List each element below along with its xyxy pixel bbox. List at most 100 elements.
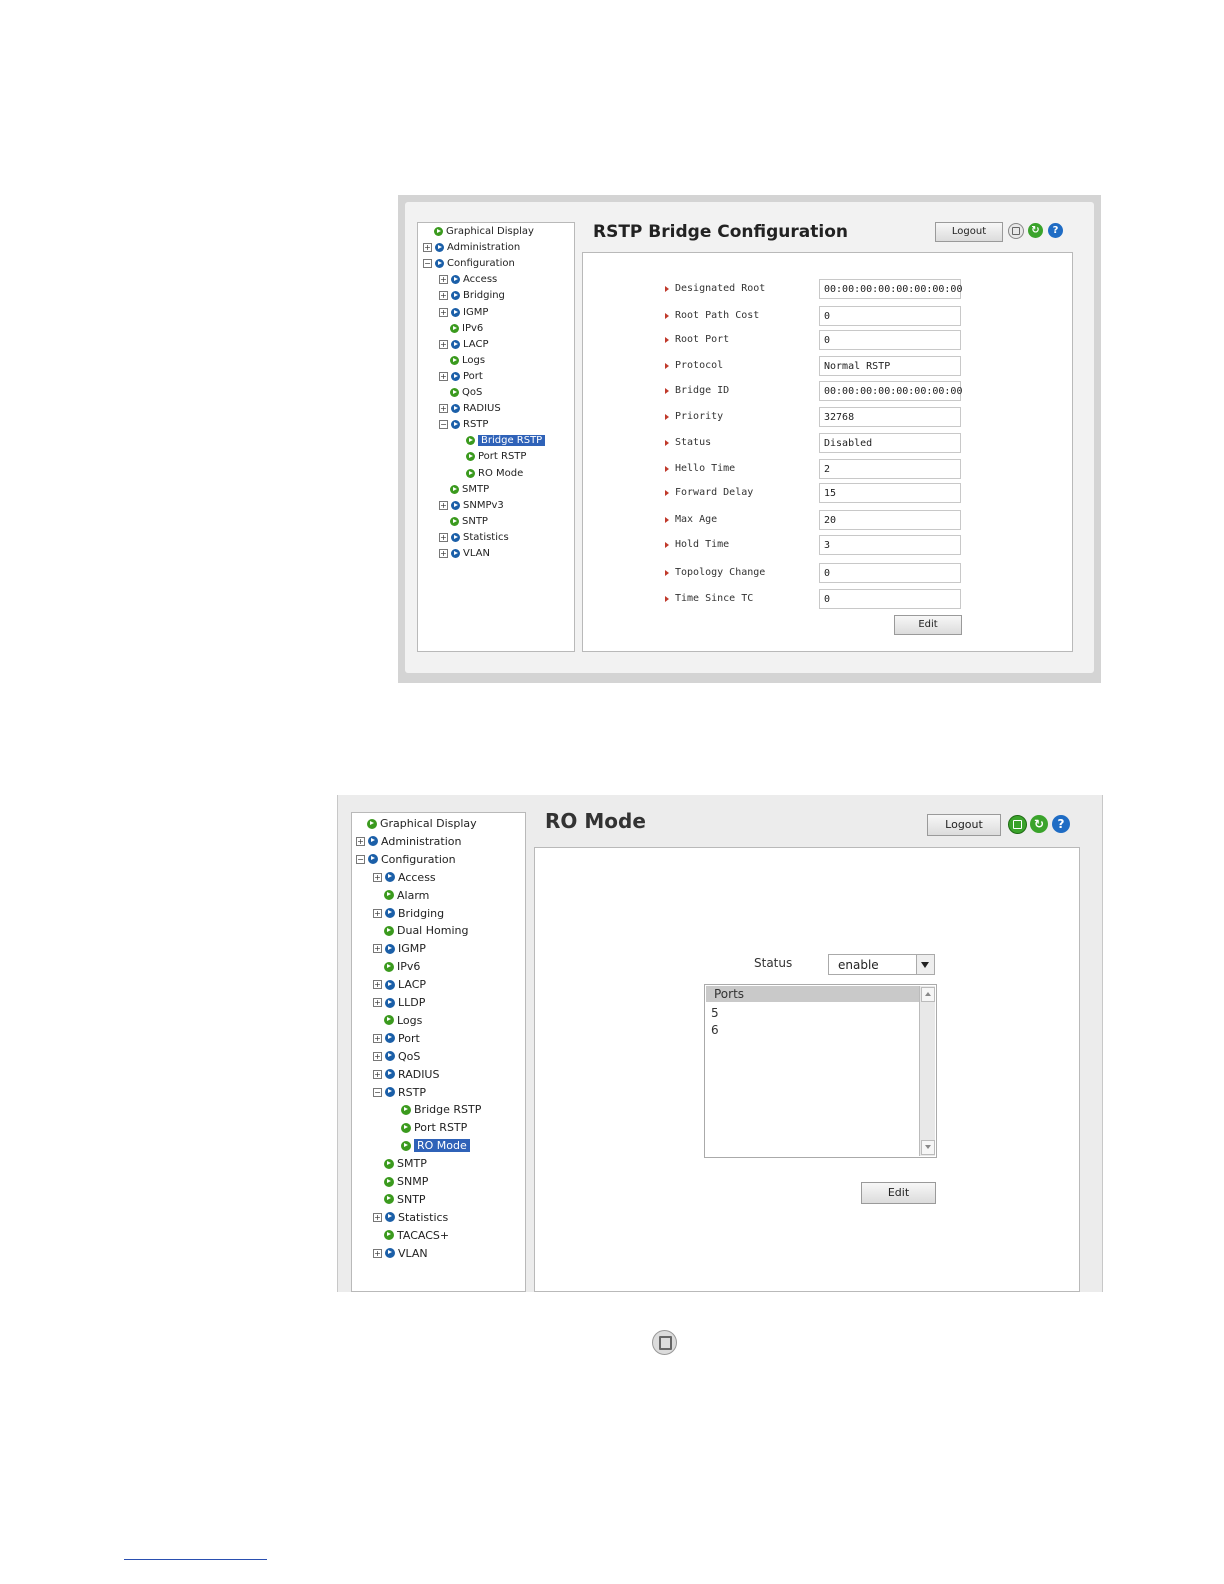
sidebar-item-dual-homing[interactable]: Dual Homing	[373, 924, 468, 937]
collapse-icon[interactable]: −	[373, 1087, 382, 1097]
scrollbar[interactable]	[919, 986, 935, 1156]
sidebar-item-statistics[interactable]: + Statistics	[373, 1211, 448, 1224]
folder-bullet-icon	[385, 979, 395, 990]
sidebar-item-port-rstp[interactable]: Port RSTP	[390, 1121, 467, 1134]
expand-icon[interactable]: +	[373, 944, 382, 954]
expand-icon[interactable]: +	[423, 243, 432, 253]
sidebar-item-statistics[interactable]: + Statistics	[439, 532, 509, 543]
sidebar-item-snmp[interactable]: SNMP	[373, 1175, 428, 1188]
expand-icon[interactable]: +	[373, 1248, 382, 1258]
expand-icon[interactable]: +	[439, 275, 448, 285]
expand-icon[interactable]: +	[373, 908, 382, 918]
sidebar-item-ipv6[interactable]: IPv6	[439, 323, 483, 334]
sidebar-item-graphical-display[interactable]: Graphical Display	[356, 817, 477, 830]
status-label: Status	[754, 956, 793, 970]
help-icon[interactable]: ?	[1048, 223, 1063, 238]
expand-icon[interactable]: +	[373, 980, 382, 990]
sidebar-item-vlan[interactable]: + VLAN	[439, 548, 490, 559]
list-item[interactable]: 5	[711, 1006, 719, 1020]
scroll-down-icon[interactable]	[921, 1140, 935, 1155]
edit-button[interactable]: Edit	[894, 615, 962, 635]
sidebar-item-label: Bridging	[398, 906, 445, 920]
collapse-icon[interactable]: −	[356, 854, 365, 864]
sidebar-item-lacp[interactable]: + LACP	[373, 978, 426, 991]
save-icon[interactable]	[1008, 223, 1024, 239]
save-icon[interactable]	[1008, 815, 1027, 834]
sidebar-item-vlan[interactable]: + VLAN	[373, 1247, 428, 1260]
sidebar-item-snmpv3[interactable]: + SNMPv3	[439, 500, 504, 511]
sidebar-item-label: Access	[398, 870, 436, 884]
sidebar-item-bridging[interactable]: + Bridging	[373, 907, 444, 920]
sidebar-item-tacacs[interactable]: TACACS+	[373, 1229, 449, 1242]
expand-icon[interactable]: +	[439, 500, 448, 510]
expand-icon[interactable]: +	[439, 532, 448, 542]
sidebar-item-graphical-display[interactable]: Graphical Display	[423, 226, 534, 237]
sidebar-item-igmp[interactable]: + IGMP	[439, 307, 488, 318]
arrow-right-icon	[665, 362, 669, 369]
expand-icon[interactable]: +	[373, 1051, 382, 1061]
sidebar-item-igmp[interactable]: + IGMP	[373, 942, 426, 955]
sidebar-item-qos[interactable]: + QoS	[373, 1050, 420, 1063]
logout-button[interactable]: Logout	[927, 814, 1001, 836]
expand-icon[interactable]: +	[356, 836, 365, 846]
scroll-up-icon[interactable]	[921, 987, 935, 1002]
help-icon[interactable]: ?	[1052, 815, 1070, 833]
logout-button[interactable]: Logout	[935, 222, 1003, 242]
collapse-icon[interactable]: −	[423, 259, 432, 269]
sidebar-item-configuration[interactable]: − Configuration	[356, 853, 456, 866]
expand-icon[interactable]: +	[439, 549, 448, 558]
sidebar-item-logs[interactable]: Logs	[373, 1014, 422, 1027]
expand-icon[interactable]: +	[373, 1069, 382, 1079]
folder-bullet-icon	[451, 532, 460, 542]
sidebar-item-sntp[interactable]: SNTP	[373, 1193, 426, 1206]
sidebar-item-access[interactable]: + Access	[439, 274, 497, 285]
sidebar-item-radius[interactable]: + RADIUS	[373, 1068, 439, 1081]
sidebar-item-alarm[interactable]: Alarm	[373, 889, 429, 902]
sidebar-item-port-rstp[interactable]: Port RSTP	[455, 451, 526, 462]
expand-icon[interactable]: +	[439, 291, 448, 301]
sidebar-item-smtp[interactable]: SMTP	[439, 484, 489, 495]
sidebar-item-lldp[interactable]: + LLDP	[373, 996, 425, 1009]
expand-icon[interactable]: +	[439, 339, 448, 349]
edit-button[interactable]: Edit	[861, 1182, 936, 1204]
sidebar-item-lacp[interactable]: + LACP	[439, 339, 488, 350]
folder-bullet-icon	[451, 275, 460, 285]
sidebar-item-qos[interactable]: QoS	[439, 387, 482, 398]
sidebar-item-administration[interactable]: + Administration	[423, 242, 520, 253]
sidebar-item-logs[interactable]: Logs	[439, 355, 485, 366]
expand-icon[interactable]: +	[373, 1033, 382, 1043]
sidebar-item-port[interactable]: + Port	[439, 371, 483, 382]
sidebar-item-ro-mode[interactable]: RO Mode	[390, 1139, 470, 1153]
sidebar-item-ro-mode[interactable]: RO Mode	[455, 468, 523, 479]
sidebar-item-configuration[interactable]: − Configuration	[423, 258, 515, 269]
expand-icon[interactable]: +	[373, 1212, 382, 1222]
sidebar-item-bridge-rstp[interactable]: Bridge RSTP	[390, 1103, 481, 1116]
expand-icon[interactable]: +	[439, 404, 448, 414]
sidebar-item-bridge-rstp[interactable]: Bridge RSTP	[455, 435, 546, 447]
sidebar-item-sntp[interactable]: SNTP	[439, 516, 488, 527]
sidebar-item-ipv6[interactable]: IPv6	[373, 960, 420, 973]
sidebar-item-bridging[interactable]: + Bridging	[439, 290, 505, 301]
page-bullet-icon	[450, 516, 459, 526]
expand-icon[interactable]: +	[373, 872, 382, 882]
refresh-icon[interactable]: ↻	[1028, 223, 1043, 238]
sidebar-item-port[interactable]: + Port	[373, 1032, 420, 1045]
folder-bullet-icon	[451, 404, 460, 414]
expand-icon[interactable]: +	[439, 371, 448, 381]
content-panel: Designated Root 00:00:00:00:00:00:00:00 Ro…	[582, 252, 1073, 652]
expand-icon[interactable]: +	[439, 307, 448, 317]
sidebar-item-administration[interactable]: + Administration	[356, 835, 462, 848]
sidebar-item-rstp[interactable]: − RSTP	[373, 1086, 426, 1099]
collapse-icon[interactable]: −	[439, 420, 448, 430]
expand-icon[interactable]: +	[373, 998, 382, 1007]
sidebar-item-rstp[interactable]: − RSTP	[439, 419, 488, 430]
list-item[interactable]: 6	[711, 1023, 719, 1037]
ports-listbox[interactable]: Ports 5 6	[704, 984, 937, 1158]
sidebar-item-smtp[interactable]: SMTP	[373, 1157, 427, 1170]
chevron-down-icon[interactable]	[916, 955, 934, 974]
refresh-icon[interactable]: ↻	[1030, 815, 1048, 833]
status-select[interactable]: enable	[828, 954, 935, 975]
folder-bullet-icon	[385, 1069, 395, 1080]
sidebar-item-radius[interactable]: + RADIUS	[439, 403, 501, 414]
sidebar-item-access[interactable]: + Access	[373, 871, 436, 884]
